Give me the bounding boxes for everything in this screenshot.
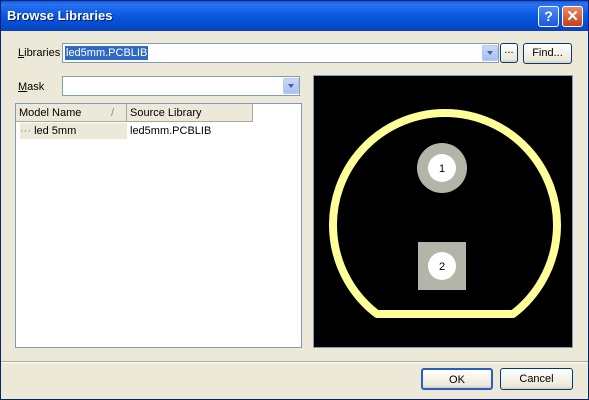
libraries-label: Libraries [18,47,61,59]
mask-combobox[interactable] [62,76,300,96]
chevron-down-icon[interactable] [482,45,498,61]
divider [1,361,588,363]
chevron-down-icon[interactable] [283,78,299,94]
help-button[interactable]: ? [538,6,559,27]
window-title: Browse Libraries [7,8,113,23]
title-bar[interactable]: Browse Libraries ? ✕ [1,1,588,31]
browse-more-button[interactable]: ... [500,43,518,63]
pad-2-number: 2 [439,261,445,273]
cancel-button[interactable]: Cancel [500,368,573,390]
sort-icon: / [111,107,115,119]
libraries-value: led5mm.PCBLIB [65,46,149,60]
libraries-combobox[interactable]: led5mm.PCBLIB [62,43,499,63]
pad-1-number: 1 [439,163,445,175]
ok-button[interactable]: OK [421,368,493,390]
footprint-preview: 1 2 [313,75,573,348]
model-name-cell: led 5mm [34,125,77,137]
mask-label: Mask [18,81,45,93]
tree-line-icon: ··· led 5mm [20,123,127,139]
footprint-drawing: 1 2 [329,109,561,318]
close-button[interactable]: ✕ [562,6,583,27]
model-list[interactable]: Model Name / Source Library ··· led 5mm … [15,103,302,348]
find-button[interactable]: Find... [523,43,572,64]
source-library-cell: led5mm.PCBLIB [130,125,212,137]
browse-libraries-dialog: Browse Libraries ? ✕ Libraries led5mm.PC… [0,0,589,400]
column-header-model-name[interactable]: Model Name / [16,104,127,122]
column-header-source-library[interactable]: Source Library [127,104,253,122]
